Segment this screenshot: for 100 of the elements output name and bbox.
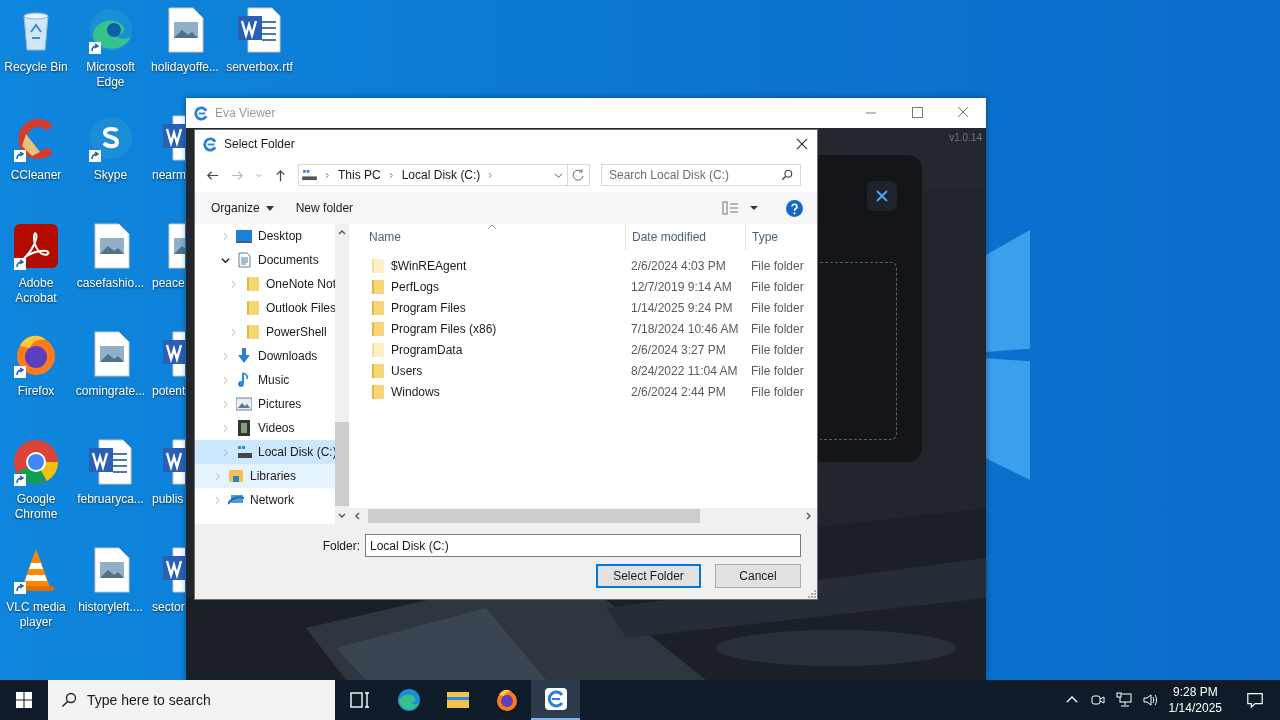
organize-menu[interactable]: Organize	[205, 198, 280, 218]
help-icon[interactable]	[786, 199, 803, 217]
chevron-icon[interactable]	[488, 170, 494, 180]
word-document-icon[interactable]	[235, 6, 284, 54]
desktop-icon-label[interactable]: februaryca...	[77, 492, 144, 507]
tree-item[interactable]: Videos	[195, 416, 335, 440]
close-icon[interactable]	[796, 138, 808, 150]
cancel-button[interactable]: Cancel	[715, 564, 801, 588]
skype-s-icon[interactable]	[86, 114, 135, 162]
file-name[interactable]: PerfLogs	[349, 278, 625, 295]
word-document-icon[interactable]	[86, 438, 135, 486]
file-name[interactable]: Program Files	[349, 299, 625, 316]
close-icon	[874, 188, 890, 204]
fox-globe-icon	[494, 688, 519, 712]
window-title: Eva Viewer	[215, 106, 276, 120]
date-modified: 2/6/2024 4:03 PM	[630, 258, 727, 273]
desktop-icon-label[interactable]: sector	[149, 600, 185, 615]
file-name[interactable]: ProgramData	[349, 341, 625, 358]
breadcrumb[interactable]: This PC	[338, 168, 381, 182]
file-type: File folder	[750, 300, 805, 315]
desktop-icon-label[interactable]: nearm	[149, 168, 185, 183]
film-icon	[236, 420, 252, 436]
eva-app-icon	[203, 136, 218, 152]
folder-input[interactable]: Local Disk (C:)	[365, 534, 801, 557]
desktop-icon-label[interactable]: Microsoft Edge	[74, 60, 147, 90]
camera-icon[interactable]	[1089, 692, 1106, 708]
edge-swirl-icon	[396, 688, 421, 712]
file-name[interactable]: Program Files (x86)	[349, 320, 625, 337]
date-modified: 2/6/2024 3:27 PM	[630, 342, 727, 357]
dropdown-caret-icon[interactable]	[554, 170, 563, 180]
desktop-icon-label[interactable]: potent	[149, 384, 185, 399]
desktop-icon-label[interactable]: Skype	[93, 168, 128, 183]
tree-item[interactable]: Pictures	[195, 392, 335, 416]
file-type: File folder	[750, 384, 805, 399]
desktop-icon-label[interactable]: casefashio...	[76, 276, 145, 291]
view-options-button[interactable]	[720, 199, 760, 217]
search-icon	[61, 692, 77, 708]
pdf-app-icon[interactable]	[12, 222, 60, 270]
desktop-icon-label[interactable]: Firefox	[17, 384, 55, 399]
column-header[interactable]: Name	[349, 224, 625, 250]
file-type: File folder	[750, 363, 805, 378]
network-icon[interactable]	[1115, 692, 1132, 708]
vertical-scrollbar[interactable]	[335, 224, 349, 524]
tree-item[interactable]: Network	[195, 488, 335, 512]
desktop-icon-label[interactable]: CCleaner	[10, 168, 62, 183]
desktop-icon-label[interactable]: holidayoffe...	[151, 60, 219, 75]
breadcrumb[interactable]: Local Disk (C:)	[401, 168, 481, 182]
tree-item[interactable]: OneNote Not	[195, 272, 335, 296]
search-field[interactable]: Search Local Disk (C:)	[601, 164, 801, 186]
desktop-icon-label[interactable]: publis	[149, 492, 184, 507]
desktop-icon-label[interactable]: Adobe Acrobat	[0, 276, 72, 306]
desktop-icon-label[interactable]: historyleft....	[78, 600, 143, 615]
dialog-title: Select Folder	[224, 137, 295, 151]
chrome-ball-icon[interactable]	[12, 438, 60, 486]
chevron-icon	[388, 170, 394, 180]
tree-item[interactable]: Libraries	[195, 464, 335, 488]
new-folder-button[interactable]: New folder	[289, 198, 360, 218]
tree-item[interactable]: Downloads	[195, 344, 335, 368]
refresh-button[interactable]	[568, 164, 590, 186]
close-button[interactable]	[867, 181, 897, 211]
caret-icon	[265, 205, 274, 211]
column-header[interactable]: Type	[745, 224, 817, 250]
date-modified: 2/6/2024 2:44 PM	[630, 384, 727, 399]
clock[interactable]: 9:28 PM 1/14/2025	[1168, 684, 1222, 716]
horizontal-scrollbar[interactable]	[349, 508, 817, 524]
tree-item[interactable]: Outlook Files	[195, 296, 335, 320]
file-name[interactable]: Users	[349, 362, 625, 379]
resize-grip-icon[interactable]	[806, 588, 816, 598]
file-type: File folder	[750, 258, 805, 273]
search-icon	[781, 169, 793, 181]
tree-item[interactable]: Music	[195, 368, 335, 392]
desktop-icon-label[interactable]: VLC media player	[0, 600, 72, 630]
expanded-chevron-icon[interactable]	[221, 255, 230, 265]
select-folder-button[interactable]: Select Folder	[596, 564, 701, 588]
speaker-icon[interactable]	[1141, 692, 1158, 708]
desktop-icon-label[interactable]: peace	[149, 276, 185, 291]
file-name[interactable]: Windows	[349, 383, 625, 400]
desktop-icon-label[interactable]: Google Chrome	[0, 492, 72, 522]
document-icon	[236, 252, 252, 268]
file-name[interactable]: $WinREAgent	[349, 257, 625, 274]
eva-app-icon	[543, 687, 568, 711]
edge-swirl-icon[interactable]	[86, 6, 135, 54]
desktop-icon-label[interactable]: comingrate...	[75, 384, 146, 399]
pictures-icon	[236, 396, 252, 412]
address-bar[interactable]: This PC Local Disk (C:)	[298, 164, 568, 186]
notification-icon[interactable]	[1246, 691, 1264, 709]
date-modified: 1/14/2025 9:24 PM	[630, 300, 734, 315]
folder-label: Folder:	[322, 538, 360, 553]
tree-item[interactable]: PowerShell	[195, 320, 335, 344]
tree-item[interactable]: Desktop	[195, 224, 335, 248]
desktop-icon-label[interactable]: Recycle Bin	[4, 60, 68, 75]
taskbar-search-field[interactable]: Type here to search	[48, 680, 335, 720]
column-header[interactable]: Date modified	[625, 224, 745, 250]
tree-item[interactable]: Documents	[195, 248, 335, 272]
eva-app-icon	[194, 105, 209, 121]
version-label: v1.0.14	[949, 132, 982, 143]
file-type: File folder	[750, 342, 805, 357]
desktop-icon-label[interactable]: serverbox.rtf	[226, 60, 293, 75]
desktop-icon	[236, 228, 252, 244]
taskbar-app-button[interactable]	[531, 680, 580, 720]
